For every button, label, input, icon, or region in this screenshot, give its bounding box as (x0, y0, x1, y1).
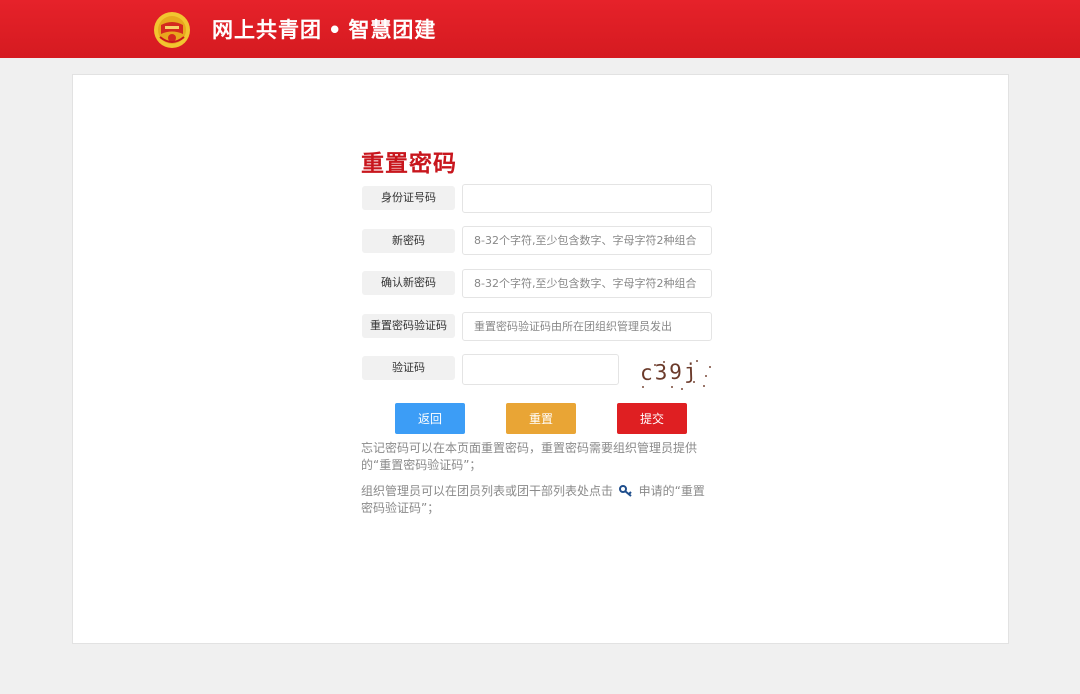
new-password-input[interactable] (462, 226, 712, 255)
captcha-label: 验证码 (362, 356, 455, 380)
brand-separator: • (328, 18, 343, 42)
page-title: 重置密码 (361, 151, 457, 177)
key-icon (618, 485, 632, 497)
confirm-password-input[interactable] (462, 269, 712, 298)
submit-button[interactable]: 提交 (617, 403, 687, 434)
captcha-input[interactable] (462, 354, 619, 385)
new-password-label: 新密码 (362, 229, 455, 253)
youth-league-emblem-icon[interactable] (152, 10, 192, 50)
note-reset-instruction: 忘记密码可以在本页面重置密码，重置密码需要组织管理员提供的“重置密码验证码”； (361, 441, 698, 472)
top-header: 网上共青团 • 智慧团建 (0, 0, 1080, 58)
site-brand-title: 网上共青团 • 智慧团建 (212, 14, 436, 46)
confirm-password-label: 确认新密码 (362, 271, 455, 295)
id-number-input[interactable] (462, 184, 712, 213)
note-admin-instruction: 组织管理员可以在团员列表或团干部列表处点击 申请的“重置密码验证码”； (361, 483, 713, 517)
reset-code-label: 重置密码验证码 (362, 314, 455, 338)
reset-button[interactable]: 重置 (506, 403, 576, 434)
captcha-text: c39j (640, 359, 699, 385)
brand-right-text: 智慧团建 (348, 18, 437, 42)
note-admin-text-before: 组织管理员可以在团员列表或团干部列表处点击 (361, 484, 614, 498)
back-button[interactable]: 返回 (395, 403, 465, 434)
reset-code-input[interactable] (462, 312, 712, 341)
id-number-label: 身份证号码 (362, 186, 455, 210)
brand-left-text: 网上共青团 (212, 18, 322, 42)
captcha-image[interactable]: c39j (634, 354, 714, 394)
